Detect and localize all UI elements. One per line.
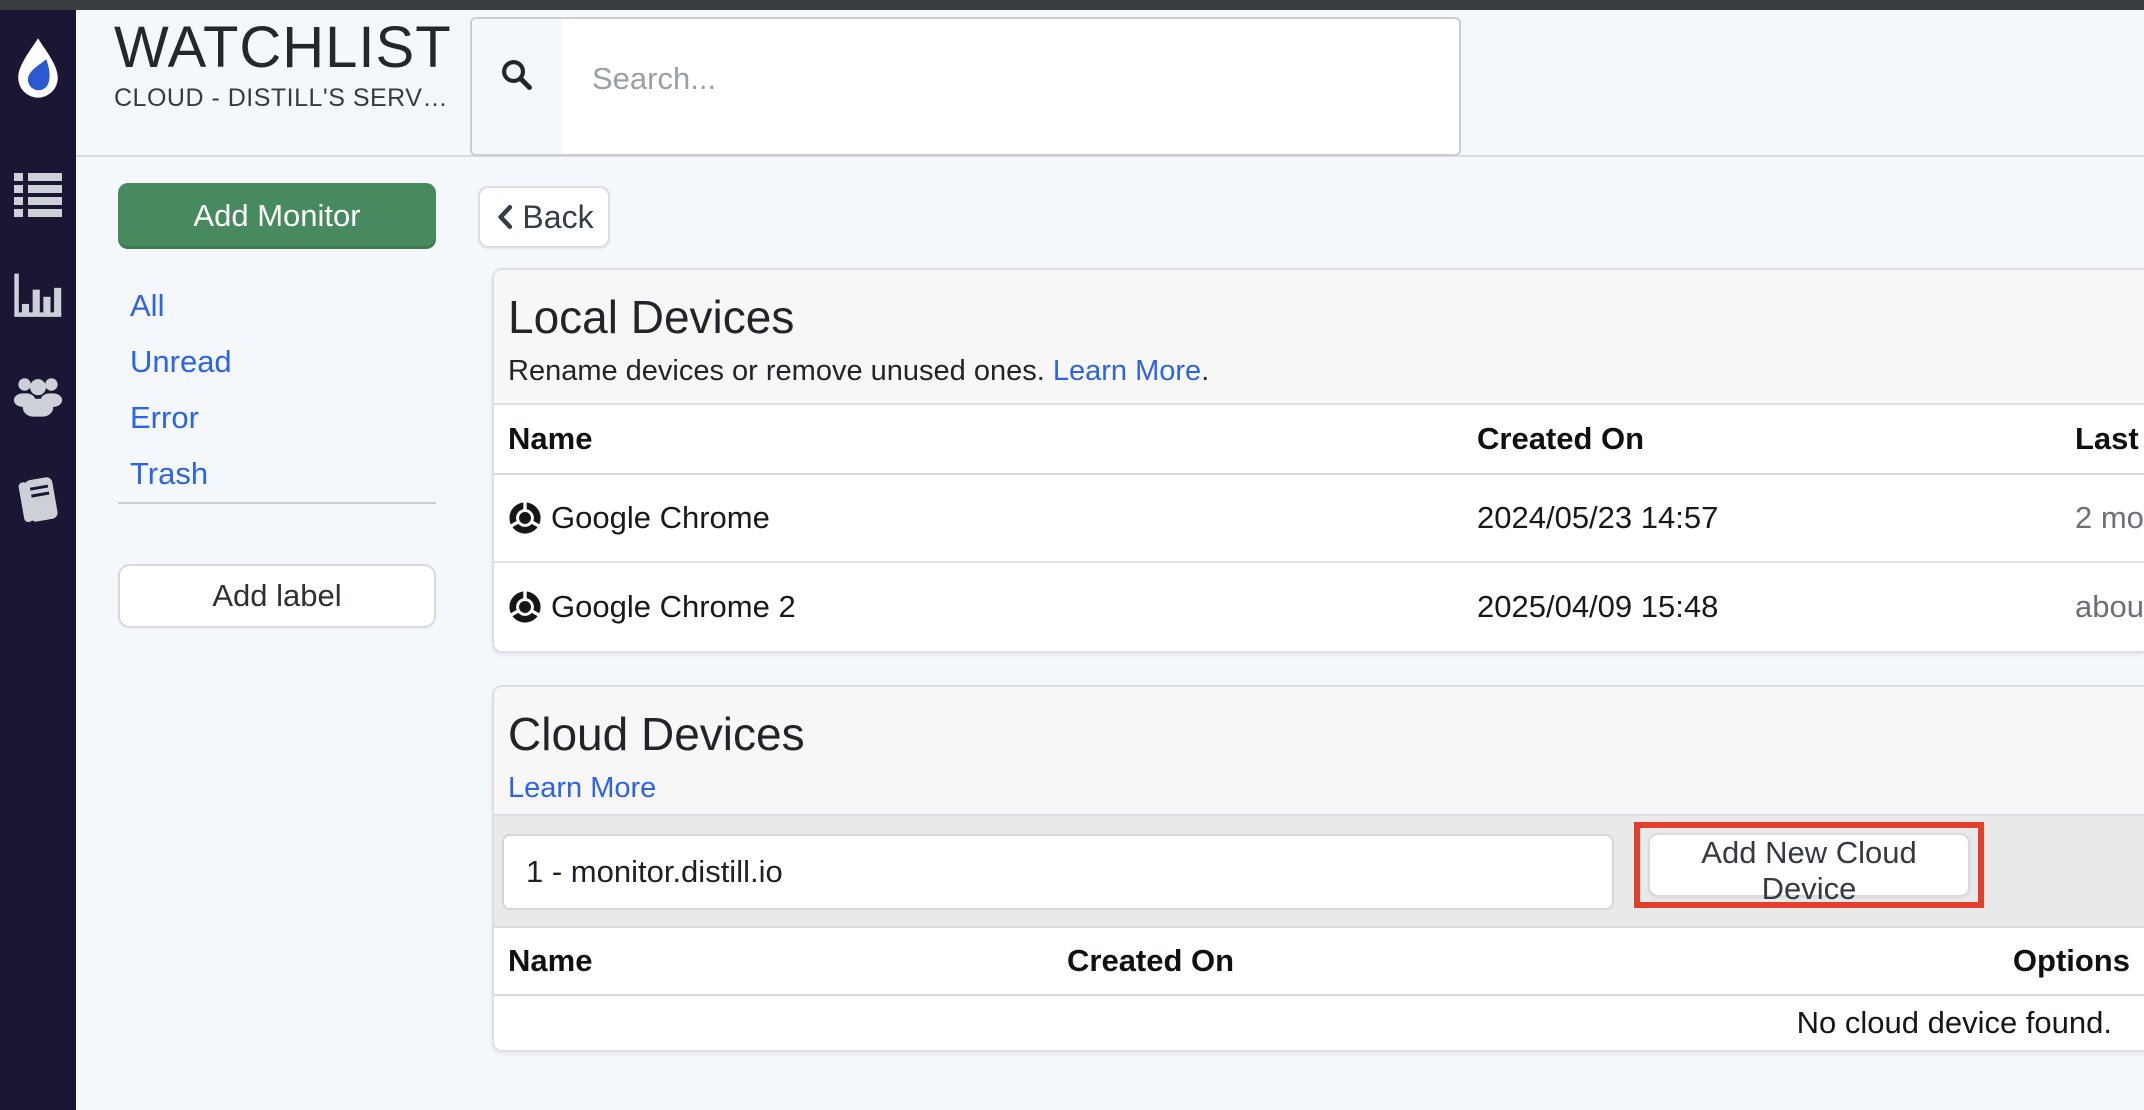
sidebar-item-error[interactable]: Error [130, 401, 199, 435]
device-created-on: 2024/05/23 14:57 [1477, 500, 1718, 536]
chrome-browser-icon [508, 590, 542, 624]
search-input[interactable] [562, 19, 1459, 97]
column-created-on: Created On [1067, 943, 1234, 979]
table-row: Google Chrome 2 2025/04/09 15:48 about a… [494, 563, 2144, 651]
cloud-learn-more-link[interactable]: Learn More [508, 772, 656, 804]
learn-more-suffix: . [1201, 355, 1209, 387]
local-devices-description: Rename devices or remove unused ones. Le… [508, 355, 2144, 388]
back-button-label: Back [522, 199, 593, 236]
server-select-value: 1 - monitor.distill.io [526, 854, 783, 890]
add-new-cloud-device-button[interactable]: Add New Cloud Device [1648, 833, 1970, 897]
distill-logo-icon[interactable] [11, 36, 65, 102]
device-last-seen: 2 months ago [2075, 500, 2144, 536]
page-title: WATCHLIST [114, 16, 452, 80]
cloud-device-toolbar: 1 - monitor.distill.io Add New Cloud Dev… [494, 816, 2144, 928]
cloud-devices-table-header: Name Created On Options [494, 928, 2144, 996]
local-devices-card: Local Devices Rename devices or remove u… [492, 268, 2144, 653]
team-users-icon[interactable] [13, 370, 63, 424]
local-devices-header: Local Devices Rename devices or remove u… [494, 270, 2144, 405]
local-learn-more-link[interactable]: Learn More [1053, 355, 1201, 387]
chevron-left-icon [494, 204, 516, 230]
local-devices-table-header: Name Created On Last Seen [494, 405, 2144, 475]
sidebar-item-unread[interactable]: Unread [130, 345, 232, 379]
window-top-bar [0, 0, 2144, 10]
column-options: Options [2013, 943, 2130, 979]
back-button[interactable]: Back [478, 186, 610, 248]
device-name: Google Chrome 2 [551, 589, 796, 625]
device-created-on: 2025/04/09 15:48 [1477, 589, 1718, 625]
server-select[interactable]: 1 - monitor.distill.io [502, 834, 1614, 910]
device-name: Google Chrome [551, 500, 770, 536]
sidebar [0, 10, 76, 1110]
cloud-devices-card: Cloud Devices Learn More 1 - monitor.dis… [492, 685, 2144, 1052]
search-box [470, 17, 1461, 156]
page-subtitle: CLOUD - DISTILL'S SERV… [114, 84, 448, 113]
column-name: Name [494, 421, 592, 457]
cloud-devices-title: Cloud Devices [508, 709, 2144, 759]
local-devices-description-text: Rename devices or remove unused ones. [508, 355, 1045, 387]
sidebar-item-all[interactable]: All [130, 289, 164, 323]
chrome-browser-icon [508, 501, 542, 535]
local-devices-title: Local Devices [508, 292, 2144, 342]
watchlist-list-icon[interactable] [13, 168, 63, 222]
reports-chart-icon[interactable] [13, 268, 63, 322]
search-icon [472, 19, 562, 154]
cloud-devices-header: Cloud Devices Learn More [494, 687, 2144, 816]
column-last-seen: Last Seen [2075, 421, 2144, 457]
guide-book-icon[interactable] [13, 472, 63, 526]
device-last-seen: about an hour ago [2075, 589, 2144, 625]
add-label-button[interactable]: Add label [118, 564, 436, 628]
empty-state-message: No cloud device found. [494, 996, 2144, 1050]
table-row: Google Chrome 2024/05/23 14:57 2 months … [494, 475, 2144, 563]
sidebar-item-trash[interactable]: Trash [130, 457, 208, 491]
column-created-on: Created On [1477, 421, 1644, 457]
app-window: WATCHLIST CLOUD - DISTILL'S SERV… Back A… [0, 0, 2144, 1110]
column-name: Name [494, 943, 592, 979]
add-monitor-button[interactable]: Add Monitor [118, 183, 436, 249]
highlight-annotation-box: Add New Cloud Device [1634, 822, 1984, 908]
nav-divider [118, 502, 436, 504]
